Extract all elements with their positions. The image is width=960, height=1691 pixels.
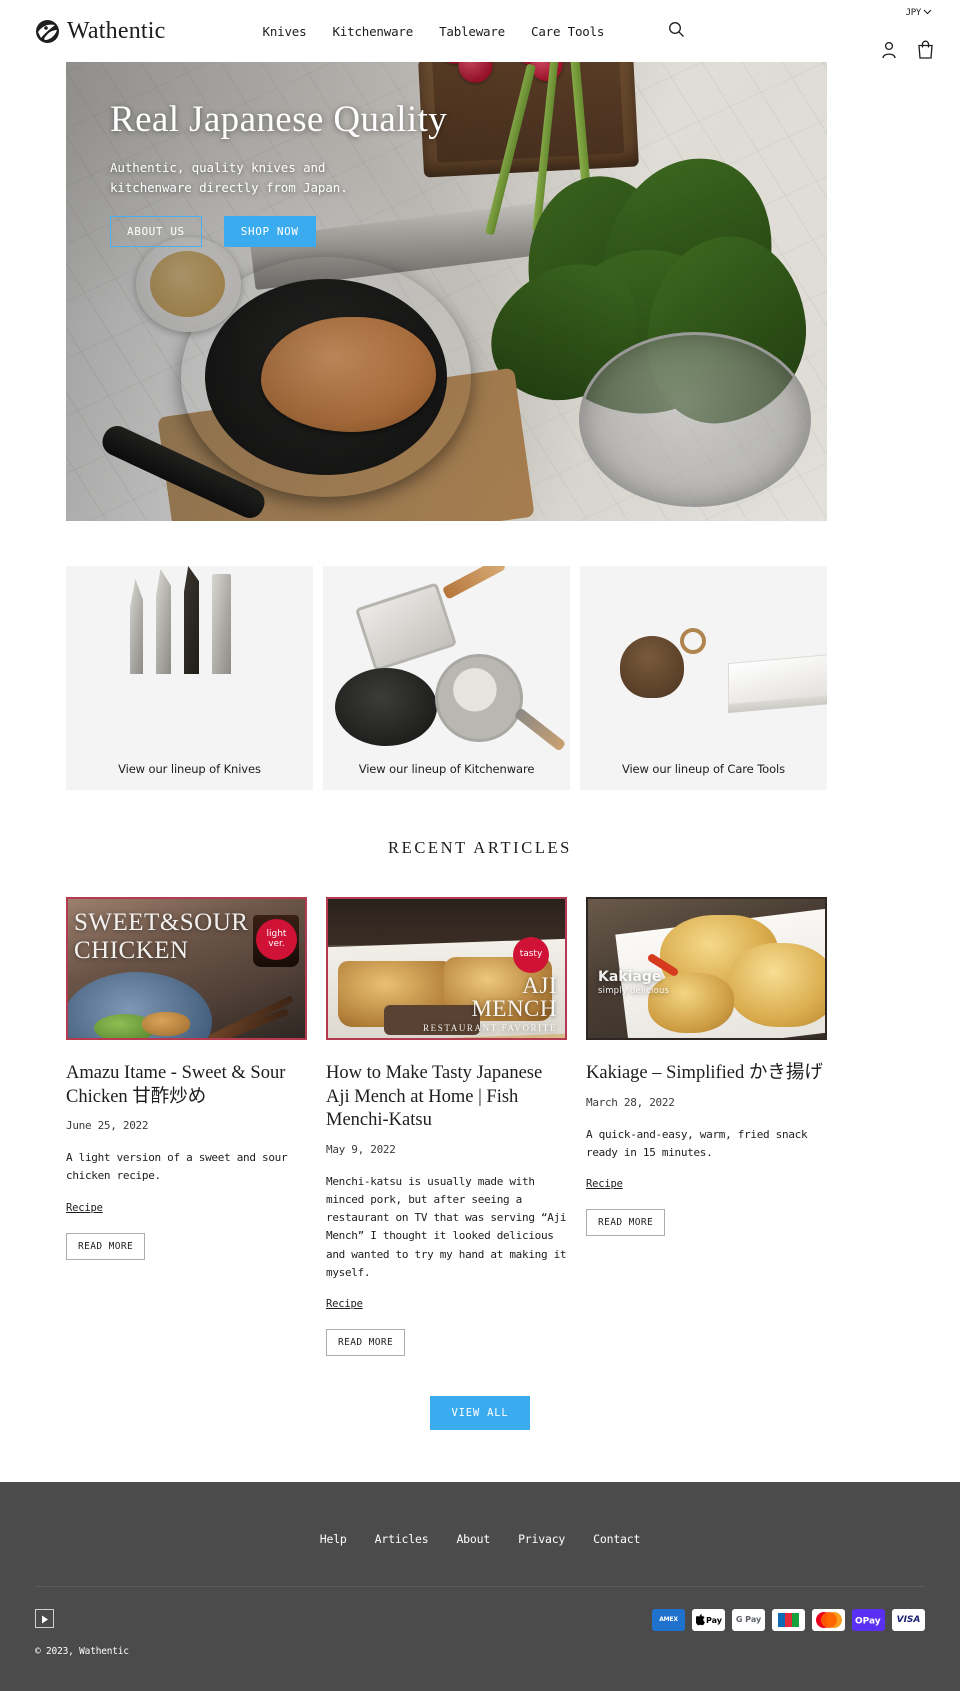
nav-item-knives[interactable]: Knives [263,24,307,39]
collection-label-knives: View our lineup of Knives [118,762,261,776]
nav-item-kitchenware[interactable]: Kitchenware [332,24,413,39]
article-date: June 25, 2022 [66,1119,149,1133]
collection-label-care-tools: View our lineup of Care Tools [621,762,786,776]
overlay-subtitle-text: simply delicious [598,986,670,996]
read-more-button[interactable]: READ MORE [586,1208,666,1236]
hero-button-group: ABOUT US SHOP NOW [110,216,447,248]
read-more-button[interactable]: READ MORE [66,1232,146,1260]
site-header: Wathentic Knives Kitchenware Tableware C… [0,0,960,62]
overlay-title-text: AJI MENCH [471,973,557,1021]
currency-selector[interactable]: JPY [906,8,932,18]
hero-title: Real Japanese Quality [110,99,448,140]
article-badge: tasty [513,937,549,973]
hero-content: Real Japanese Quality Authentic, quality… [110,98,448,248]
nav-item-tableware[interactable]: Tableware [439,24,505,39]
article-card: Kakiage simply delicious Kakiage – Simpl… [586,897,827,1236]
article-excerpt: A quick-and-easy, warm, fried snack read… [586,1127,808,1159]
article-thumbnail[interactable]: SWEET&SOUR CHICKEN light ver. [66,897,307,1040]
collection-card-knives[interactable]: View our lineup of Knives [66,566,313,790]
article-date: May 9, 2022 [326,1143,396,1157]
svg-text:OPay: OPay [855,1616,881,1626]
articles-grid: SWEET&SOUR CHICKEN light ver. Amazu Itam… [66,897,827,1356]
google-pay-icon: G Pay [732,1608,765,1631]
amex-icon: AMEX [652,1608,685,1631]
header-utilities: JPY [814,0,934,62]
kitchenware-illustration [323,566,570,754]
hero-banner: Real Japanese Quality Authentic, quality… [66,62,827,521]
recent-articles-heading: RECENT ARTICLES [388,838,572,857]
apple-pay-icon: Pay [692,1608,725,1631]
about-us-button[interactable]: ABOUT US [110,216,202,248]
search-button[interactable] [664,17,689,45]
footer-link-articles[interactable]: Articles [375,1532,429,1546]
article-thumbnail[interactable]: AJI MENCH RESTAURANT FAVORITE tasty [326,897,567,1040]
collection-card-kitchenware[interactable]: View our lineup of Kitchenware [323,566,570,790]
article-overlay-title: SWEET&SOUR CHICKEN [74,909,249,964]
article-title[interactable]: Kakiage – Simplified かき揚げ [586,1062,827,1086]
social-links [35,1608,129,1628]
collection-grid: View our lineup of Knives View our lineu… [66,566,827,790]
jcb-icon [772,1608,805,1631]
care-tools-illustration [580,566,827,754]
cart-icon [917,40,934,62]
footer-link-about[interactable]: About [456,1532,490,1546]
footer-link-contact[interactable]: Contact [593,1532,640,1546]
site-logo[interactable]: Wathentic [35,19,166,44]
article-date: March 28, 2022 [586,1095,675,1109]
footer-bottom: © 2023, Wathentic AMEX Pay G Pay OPay VI… [0,1587,960,1691]
account-icon [881,41,897,62]
hero-subtitle: Authentic, quality knives and kitchenwar… [110,160,348,195]
read-more-button[interactable]: READ MORE [326,1328,406,1356]
header-icon-group [881,40,934,62]
article-card: SWEET&SOUR CHICKEN light ver. Amazu Itam… [66,897,307,1260]
knives-illustration [66,566,313,754]
account-button[interactable] [881,41,897,62]
svg-text:Pay: Pay [706,1616,722,1625]
site-footer: Help Articles About Privacy Contact © 20… [0,1481,960,1691]
primary-nav: Knives Kitchenware Tableware Care Tools [263,24,605,39]
article-tag[interactable]: Recipe [586,1178,623,1190]
article-title[interactable]: Amazu Itame - Sweet & Sour Chicken 甘酢炒め [66,1062,307,1109]
copyright-text: © 2023, Wathentic [35,1645,129,1657]
article-excerpt: Menchi-katsu is usually made with minced… [326,1175,567,1279]
footer-link-privacy[interactable]: Privacy [518,1532,565,1546]
view-all-wrapper: VIEW ALL [0,1395,960,1430]
nav-item-care-tools[interactable]: Care Tools [531,24,604,39]
article-badge: light ver. [256,919,297,960]
mastercard-icon [812,1608,845,1631]
footer-left-column: © 2023, Wathentic [35,1608,129,1657]
article-title[interactable]: How to Make Tasty Japanese Aji Mench at … [326,1062,567,1133]
brand-mark-icon [35,19,60,44]
shop-now-button[interactable]: SHOP NOW [223,216,316,248]
search-icon [668,21,685,41]
collection-card-care-tools[interactable]: View our lineup of Care Tools [580,566,827,790]
view-all-button[interactable]: VIEW ALL [429,1395,531,1430]
page-root: Wathentic Knives Kitchenware Tableware C… [0,0,960,1691]
shop-pay-icon: OPay [852,1608,885,1631]
article-thumbnail[interactable]: Kakiage simply delicious [586,897,827,1040]
cart-button[interactable] [917,40,934,62]
payment-methods: AMEX Pay G Pay OPay VISA [652,1608,925,1631]
youtube-play-icon [41,1609,49,1628]
youtube-link[interactable] [35,1608,54,1628]
brand-name: Wathentic [67,18,166,44]
overlay-title-text: Kakiage [598,969,662,985]
visa-icon: VISA [892,1608,925,1631]
article-card: AJI MENCH RESTAURANT FAVORITE tasty How … [326,897,567,1356]
footer-link-help[interactable]: Help [320,1532,347,1546]
currency-value: JPY [905,8,922,18]
article-tag[interactable]: Recipe [66,1202,103,1214]
overlay-subtitle-text: RESTAURANT FAVORITE [423,1023,557,1033]
chevron-down-icon [923,8,932,18]
footer-nav: Help Articles About Privacy Contact [0,1482,960,1546]
article-tag[interactable]: Recipe [326,1298,363,1310]
collection-label-kitchenware: View our lineup of Kitchenware [358,762,535,776]
article-excerpt: A light version of a sweet and sour chic… [66,1151,288,1183]
article-overlay-title: Kakiage simply delicious [598,969,669,996]
